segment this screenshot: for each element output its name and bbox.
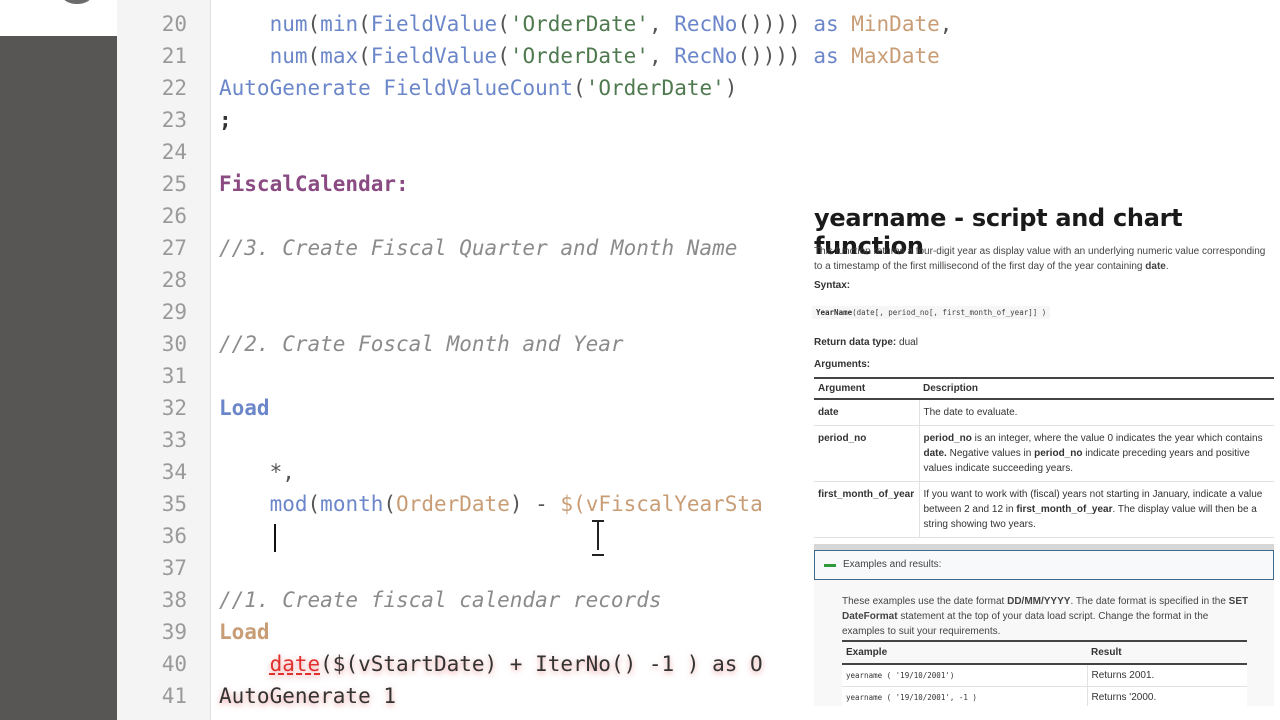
line-number: 32 [161, 396, 187, 420]
line-number: 39 [161, 620, 187, 644]
line-number: 34 [161, 460, 187, 484]
table-row: yearname ( '19/10/2001', -1 ) Returns '2… [842, 686, 1247, 706]
examples-table: Example Result yearname ( '19/10/2001') … [842, 640, 1247, 706]
line-number: 33 [161, 428, 187, 452]
example-code: yearname ( '19/10/2001', -1 ) [842, 686, 1087, 706]
line-number: 25 [161, 172, 187, 196]
line-number: 27 [161, 236, 187, 260]
line-number: 28 [161, 268, 187, 292]
examples-toggle-label: Examples and results: [843, 559, 942, 570]
col-header-description: Description [919, 377, 1274, 400]
arg-name: date [814, 399, 919, 426]
col-header-argument: Argument [814, 377, 919, 400]
code-line-38[interactable]: //1. Create fiscal calendar records [219, 584, 662, 616]
code-line-22[interactable]: AutoGenerate FieldValueCount('OrderDate'… [219, 72, 737, 104]
arguments-table: Argument Description date The date to ev… [814, 377, 1274, 538]
code-line-34[interactable]: *, [219, 456, 295, 488]
line-number: 20 [161, 12, 187, 36]
table-row: date The date to evaluate. [814, 399, 1274, 426]
app-top-bar [0, 0, 117, 36]
line-number: 21 [161, 44, 187, 68]
toolbar-circle-button[interactable] [62, 0, 92, 4]
code-line-35[interactable]: mod(month(OrderDate) - $(vFiscalYearSta [219, 488, 763, 520]
code-line-21[interactable]: num(max(FieldValue('OrderDate', RecNo())… [219, 40, 940, 72]
code-line-25[interactable]: FiscalCalendar: [219, 168, 409, 200]
col-header-result: Result [1087, 640, 1247, 665]
line-number: 35 [161, 492, 187, 516]
arg-name: period_no [814, 425, 919, 482]
line-number: 22 [161, 76, 187, 100]
help-panel: yearname - script and chart function Thi… [806, 196, 1280, 706]
example-result: Returns '2000. [1086, 686, 1247, 706]
syntax-code: YearName(date[, period_no[, first_month_… [812, 306, 1051, 319]
collapse-minus-icon [824, 564, 836, 567]
text-caret [274, 524, 276, 552]
line-number: 19 [117, 0, 187, 8]
code-line-32[interactable]: Load [219, 392, 270, 424]
help-description: This function returns a four-digit year … [814, 246, 1266, 272]
line-number: 31 [161, 364, 187, 388]
return-type: Return data type: dual [814, 337, 918, 348]
line-number-gutter: 20 21 22 23 24 25 26 27 28 29 30 31 32 33 34 35 36 37 38 39… [117, 0, 211, 720]
line-number: 30 [161, 332, 187, 356]
arg-name: first_month_of_year [814, 481, 919, 538]
line-number: 26 [161, 204, 187, 228]
line-number: 40 [161, 652, 187, 676]
code-line-39[interactable]: Load [219, 616, 270, 648]
syntax-label: Syntax: [814, 280, 851, 291]
line-number: 23 [161, 108, 187, 132]
line-number: 29 [161, 300, 187, 324]
table-row: period_no period_no is an integer, where… [814, 425, 1274, 482]
arg-desc: If you want to work with (fiscal) years … [918, 481, 1274, 538]
code-line-30[interactable]: //2. Crate Foscal Month and Year [219, 328, 624, 360]
arg-desc: The date to evaluate. [918, 399, 1274, 426]
code-line-27[interactable]: //3. Create Fiscal Quarter and Month Nam… [219, 232, 737, 264]
examples-body: These examples use the date format DD/MM… [814, 580, 1274, 706]
table-row: yearname ( '19/10/2001') Returns 2001. [842, 664, 1247, 687]
ibeam-cursor-icon [591, 520, 605, 556]
line-number: 41 [161, 684, 187, 708]
examples-toggle[interactable]: Examples and results: [814, 550, 1274, 580]
examples-text: These examples use the date format DD/MM… [842, 596, 1249, 637]
code-line-20[interactable]: num(min(FieldValue('OrderDate', RecNo())… [219, 8, 953, 40]
line-number: 38 [161, 588, 187, 612]
panel-bottom-edge [806, 706, 1280, 720]
arguments-label: Arguments: [814, 359, 871, 370]
table-row: first_month_of_year If you want to work … [814, 481, 1274, 538]
line-number: 37 [161, 556, 187, 580]
line-number: 24 [161, 140, 187, 164]
example-result: Returns 2001. [1086, 664, 1247, 687]
code-line-40[interactable]: date($(vStartDate) + IterNo() -1 ) as O [219, 648, 763, 680]
left-sidebar [0, 36, 117, 720]
arg-desc: period_no is an integer, where the value… [918, 425, 1274, 482]
code-line-41[interactable]: AutoGenerate 1 [219, 680, 396, 712]
col-header-example: Example [842, 640, 1087, 665]
example-code: yearname ( '19/10/2001') [842, 664, 1087, 687]
code-line-23[interactable]: ; [219, 104, 232, 136]
line-number: 36 [161, 524, 187, 548]
